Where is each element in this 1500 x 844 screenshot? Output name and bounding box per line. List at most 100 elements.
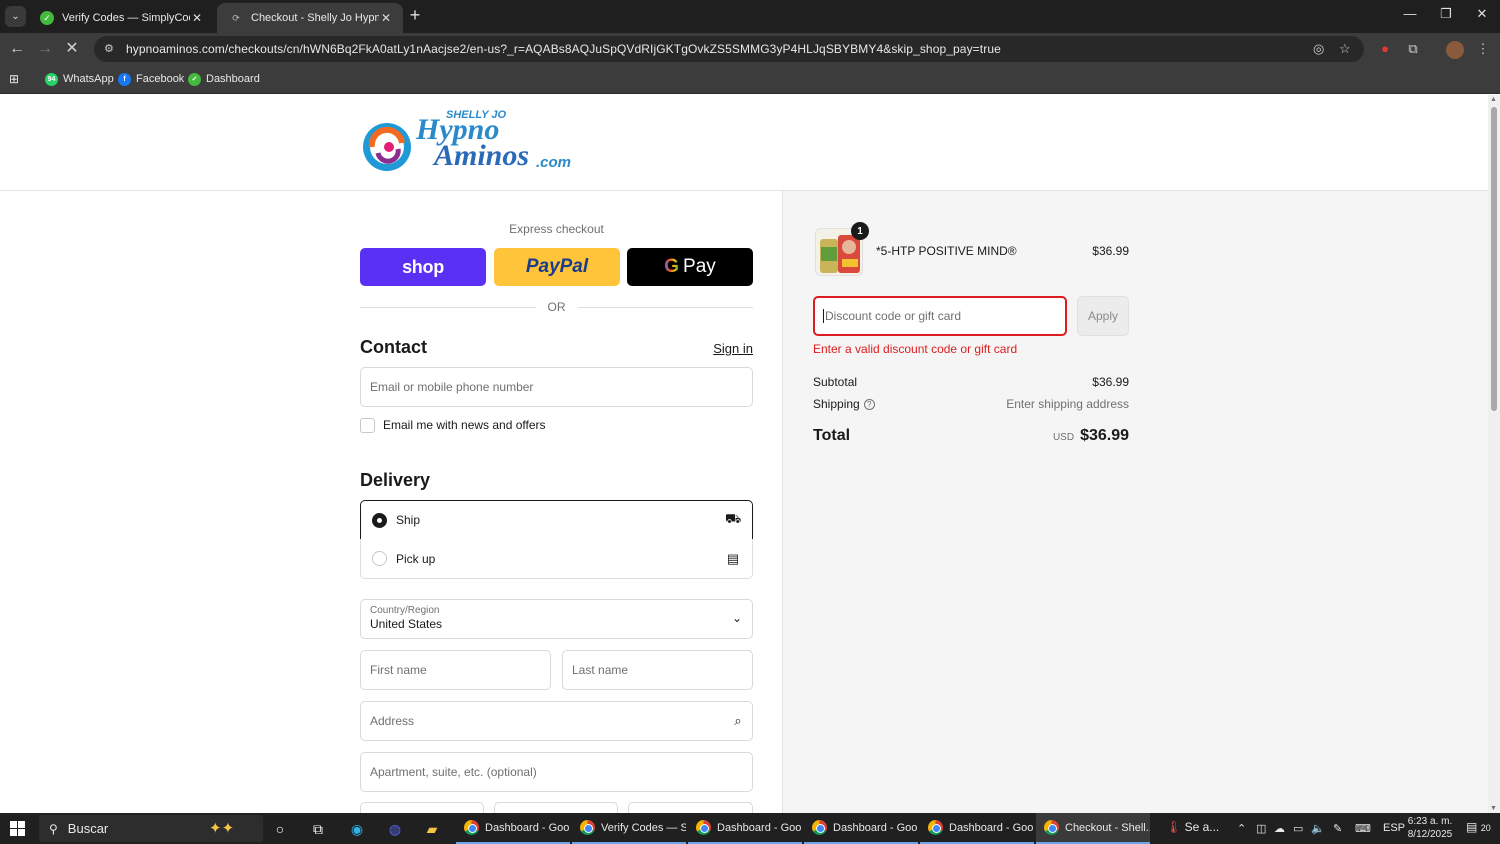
subtotal-row: Subtotal $36.99 bbox=[813, 375, 1129, 389]
zip-field[interactable] bbox=[628, 802, 753, 813]
page-scrollbar[interactable]: ▲ ▼ bbox=[1488, 95, 1500, 813]
pickup-radio[interactable] bbox=[372, 551, 387, 566]
shipping-label: Shipping bbox=[813, 397, 860, 411]
file-explorer-icon[interactable]: ▰ bbox=[420, 817, 444, 841]
total-label: Total bbox=[813, 427, 851, 444]
bookmark-facebook[interactable]: f Facebook bbox=[118, 71, 184, 87]
city-field[interactable] bbox=[360, 802, 484, 813]
tracking-protection-icon[interactable]: ◎ bbox=[1313, 41, 1324, 57]
taskbar-search-placeholder: Buscar bbox=[67, 821, 109, 836]
show-hidden-icons-icon[interactable]: ⌃ bbox=[1237, 822, 1246, 835]
weather-widget[interactable]: 🌡 Se a... bbox=[1166, 820, 1219, 834]
pen-icon[interactable]: ✎ bbox=[1333, 822, 1342, 835]
task-view-icon[interactable]: ⧉ bbox=[306, 817, 330, 841]
language-indicator[interactable]: ESP bbox=[1383, 822, 1405, 834]
new-tab-button[interactable]: + bbox=[405, 6, 425, 26]
newsletter-checkbox[interactable] bbox=[360, 417, 375, 433]
restore-button[interactable]: ❐ bbox=[1428, 6, 1464, 26]
onedrive-icon[interactable]: ☁ bbox=[1274, 822, 1285, 835]
store-logo[interactable]: SHELLY JO Hypno Aminos .com bbox=[360, 109, 580, 175]
extension-red-icon[interactable]: ● bbox=[1376, 41, 1394, 59]
bookmarks-bar: ⊞ 94 WhatsApp f Facebook ✓ Dashboard bbox=[0, 65, 1500, 94]
system-clock[interactable]: 6:23 a. m. 8/12/2025 bbox=[1405, 815, 1455, 841]
task-title: Checkout - Shell... bbox=[1065, 821, 1150, 834]
browser-tab-verify-codes[interactable]: ✓ Verify Codes — SimplyCodes ✕ bbox=[28, 3, 214, 33]
state-field[interactable] bbox=[494, 802, 618, 813]
email-field[interactable]: Email or mobile phone number bbox=[360, 367, 753, 407]
site-info-icon[interactable]: ⚙ bbox=[104, 42, 118, 56]
sign-in-link[interactable]: Sign in bbox=[700, 341, 753, 356]
discord-icon[interactable]: ◍ bbox=[383, 817, 407, 841]
delivery-option-pickup[interactable]: Pick up ▤ bbox=[360, 539, 753, 579]
product-price: $36.99 bbox=[1092, 244, 1129, 258]
country-select[interactable]: Country/Region United States ⌄ bbox=[360, 599, 753, 639]
apply-discount-button[interactable]: Apply bbox=[1077, 296, 1129, 336]
tab-close-icon[interactable]: ✕ bbox=[379, 11, 393, 25]
browser-menu-icon[interactable]: ⋮ bbox=[1474, 41, 1492, 59]
extensions-puzzle-icon[interactable]: ⧉ bbox=[1404, 41, 1422, 59]
apps-grid-icon[interactable]: ⊞ bbox=[9, 71, 19, 87]
back-button[interactable]: ← bbox=[7, 39, 27, 59]
truck-icon: ⛟ bbox=[725, 511, 742, 526]
pickup-label: Pick up bbox=[396, 551, 436, 566]
taskbar-chrome-window[interactable]: Dashboard - Goo... bbox=[920, 813, 1034, 844]
tab-title: Checkout - Shelly Jo Hypno Am bbox=[251, 12, 379, 24]
chrome-icon bbox=[696, 820, 711, 835]
network-icon[interactable]: ▭ bbox=[1293, 822, 1303, 835]
delivery-option-ship[interactable]: Ship ⛟ bbox=[360, 500, 753, 540]
first-name-field[interactable]: First name bbox=[360, 650, 551, 690]
taskbar-chrome-window[interactable]: Dashboard - Goo... bbox=[804, 813, 918, 844]
taskbar-chrome-window[interactable]: Verify Codes — S... bbox=[572, 813, 686, 844]
address-bar[interactable]: ⚙ hypnoaminos.com/checkouts/cn/hWN6Bq2Fk… bbox=[94, 36, 1364, 62]
browser-tab-checkout[interactable]: ⟳ Checkout - Shelly Jo Hypno Am ✕ bbox=[217, 3, 403, 33]
address-field[interactable]: Address ⌕ bbox=[360, 701, 753, 741]
total-row: Total USD $36.99 bbox=[813, 427, 1129, 445]
notifications-button[interactable]: ▤ 20 bbox=[1466, 820, 1491, 834]
forward-button[interactable]: → bbox=[35, 39, 55, 59]
paypal-button[interactable]: PayPal bbox=[494, 248, 620, 286]
windows-start-icon[interactable] bbox=[10, 821, 25, 836]
taskbar-chrome-window[interactable]: Dashboard - Goo... bbox=[456, 813, 570, 844]
tab-search-icon[interactable]: ⌄ bbox=[5, 6, 26, 27]
help-icon[interactable]: ? bbox=[863, 399, 875, 411]
close-window-button[interactable]: ✕ bbox=[1464, 6, 1500, 26]
ship-radio[interactable] bbox=[372, 512, 387, 528]
google-pay-label: Pay bbox=[683, 256, 716, 277]
bookmark-label: Facebook bbox=[136, 73, 185, 85]
task-title: Dashboard - Goo... bbox=[717, 821, 802, 834]
newsletter-option[interactable]: Email me with news and offers bbox=[360, 417, 546, 433]
notification-count: 20 bbox=[1480, 823, 1491, 833]
taskbar-chrome-window-active[interactable]: Checkout - Shell... bbox=[1036, 813, 1150, 844]
minimize-button[interactable]: — bbox=[1392, 6, 1428, 26]
browser-toolbar: ← → ✕ ⚙ hypnoaminos.com/checkouts/cn/hWN… bbox=[0, 33, 1500, 65]
bookmark-dashboard[interactable]: ✓ Dashboard bbox=[188, 71, 260, 87]
task-title: Dashboard - Goo... bbox=[833, 821, 918, 834]
google-pay-button[interactable]: G Pay bbox=[627, 248, 753, 286]
tab-close-icon[interactable]: ✕ bbox=[190, 11, 204, 25]
dashboard-check-icon: ✓ bbox=[188, 72, 201, 86]
shop-pay-button[interactable]: shop bbox=[360, 248, 486, 286]
store-icon: ▤ bbox=[726, 550, 740, 566]
edge-icon[interactable]: ◉ bbox=[345, 817, 369, 841]
profile-avatar[interactable] bbox=[1446, 41, 1464, 59]
meet-now-icon[interactable]: ◫ bbox=[1256, 822, 1266, 835]
apartment-field[interactable]: Apartment, suite, etc. (optional) bbox=[360, 752, 753, 792]
discount-code-input[interactable]: Discount code or gift card bbox=[813, 296, 1067, 336]
keyboard-icon[interactable]: ⌨ bbox=[1355, 822, 1371, 835]
simplycodes-favicon-icon: ✓ bbox=[40, 11, 54, 25]
bookmark-star-icon[interactable]: ☆ bbox=[1339, 41, 1351, 57]
chevron-down-icon: ⌄ bbox=[731, 611, 742, 625]
task-title: Dashboard - Goo... bbox=[485, 821, 570, 834]
volume-icon[interactable]: 🔈 bbox=[1311, 822, 1325, 835]
scroll-up-icon[interactable]: ▲ bbox=[1490, 96, 1497, 103]
windows-taskbar: ⚲ Buscar ✦✦ ○ ⧉ ◉ ◍ ▰ Dashboard - Goo...… bbox=[0, 813, 1500, 844]
scroll-down-icon[interactable]: ▼ bbox=[1490, 805, 1497, 812]
stop-loading-button[interactable]: ✕ bbox=[62, 39, 82, 59]
last-name-field[interactable]: Last name bbox=[562, 650, 753, 690]
cortana-icon[interactable]: ○ bbox=[268, 817, 292, 841]
bookmark-whatsapp[interactable]: 94 WhatsApp bbox=[45, 71, 114, 87]
notification-icon: ▤ bbox=[1466, 820, 1478, 834]
taskbar-chrome-window[interactable]: Dashboard - Goo... bbox=[688, 813, 802, 844]
taskbar-search[interactable]: ⚲ Buscar ✦✦ bbox=[39, 815, 263, 842]
scrollbar-thumb[interactable] bbox=[1491, 107, 1497, 411]
